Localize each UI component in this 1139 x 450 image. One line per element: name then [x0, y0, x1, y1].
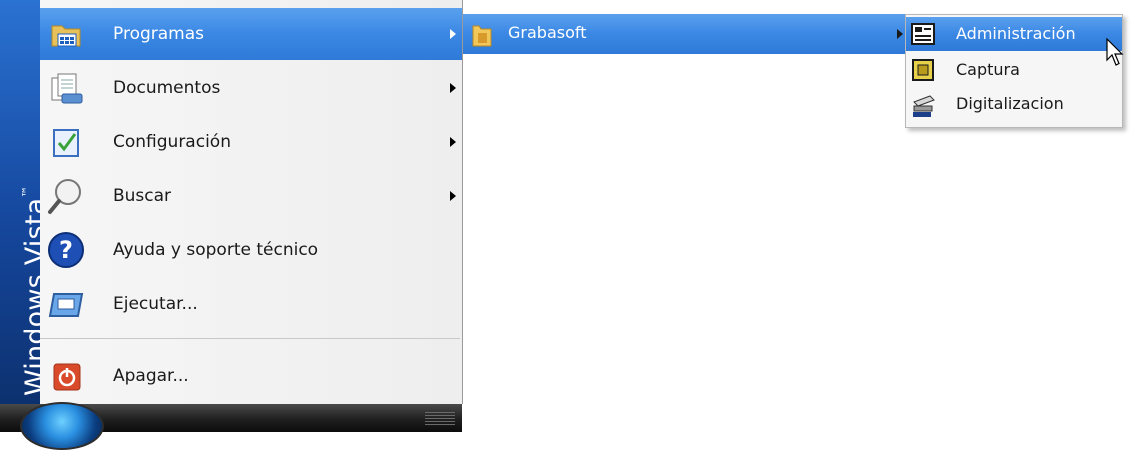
search-icon: [46, 176, 86, 216]
submenu-item-label: Grabasoft: [508, 23, 587, 42]
submenu-item-administracion[interactable]: Administración: [906, 17, 1122, 51]
submenu-item-captura[interactable]: Captura: [906, 53, 1122, 87]
admin-icon: [910, 22, 936, 50]
menu-item-label: Documentos: [113, 78, 221, 98]
start-menu: Windows Vista™ Programas Documentos Conf…: [0, 0, 463, 450]
start-menu-items: Programas Documentos Configuración Busca…: [40, 0, 463, 404]
programs-folder-icon: [46, 14, 86, 54]
folder-icon: [471, 20, 493, 52]
submenu-item-label: Captura: [956, 60, 1020, 79]
menu-item-buscar[interactable]: Buscar: [40, 170, 462, 222]
menu-item-ayuda[interactable]: ? Ayuda y soporte técnico: [40, 224, 462, 276]
menu-item-label: Ayuda y soporte técnico: [113, 240, 319, 260]
menu-item-label: Apagar...: [113, 366, 189, 386]
menu-item-ejecutar[interactable]: Ejecutar...: [40, 278, 462, 330]
menu-item-label: Programas: [113, 24, 205, 44]
submenu-item-label: Administración: [956, 24, 1076, 43]
menu-item-label: Ejecutar...: [113, 294, 198, 314]
capture-icon: [910, 58, 936, 86]
submenu-arrow-icon: [450, 83, 456, 93]
documents-icon: [46, 68, 86, 108]
submenu-arrow-icon: [450, 29, 456, 39]
grabasoft-submenu: Administración Captura Digitalizacion: [905, 14, 1123, 128]
help-icon: ?: [46, 230, 86, 270]
power-icon: [46, 356, 86, 396]
submenu-item-grabasoft[interactable]: Grabasoft: [463, 14, 905, 54]
menu-item-documentos[interactable]: Documentos: [40, 62, 462, 114]
submenu-arrow-icon: [450, 191, 456, 201]
settings-icon: [46, 122, 86, 162]
brand-bar: Windows Vista™: [0, 0, 51, 404]
submenu-item-label: Digitalizacion: [956, 94, 1064, 113]
svg-text:?: ?: [59, 236, 73, 264]
menu-item-label: Configuración: [113, 132, 231, 152]
submenu-arrow-icon: [450, 137, 456, 147]
menu-item-configuracion[interactable]: Configuración: [40, 116, 462, 168]
menu-item-apagar[interactable]: Apagar...: [40, 350, 462, 402]
submenu-arrow-icon: [897, 29, 903, 39]
scanner-icon: [910, 92, 936, 122]
menu-separator: [40, 338, 460, 339]
taskbar-grip[interactable]: [425, 412, 455, 426]
submenu-item-digitalizacion[interactable]: Digitalizacion: [906, 87, 1122, 121]
run-icon: [46, 284, 86, 324]
programs-submenu: Grabasoft: [463, 14, 905, 54]
menu-item-label: Buscar: [113, 186, 172, 206]
start-button[interactable]: [20, 402, 104, 450]
menu-item-programas[interactable]: Programas: [40, 8, 462, 60]
mouse-cursor-icon: [1106, 37, 1126, 72]
